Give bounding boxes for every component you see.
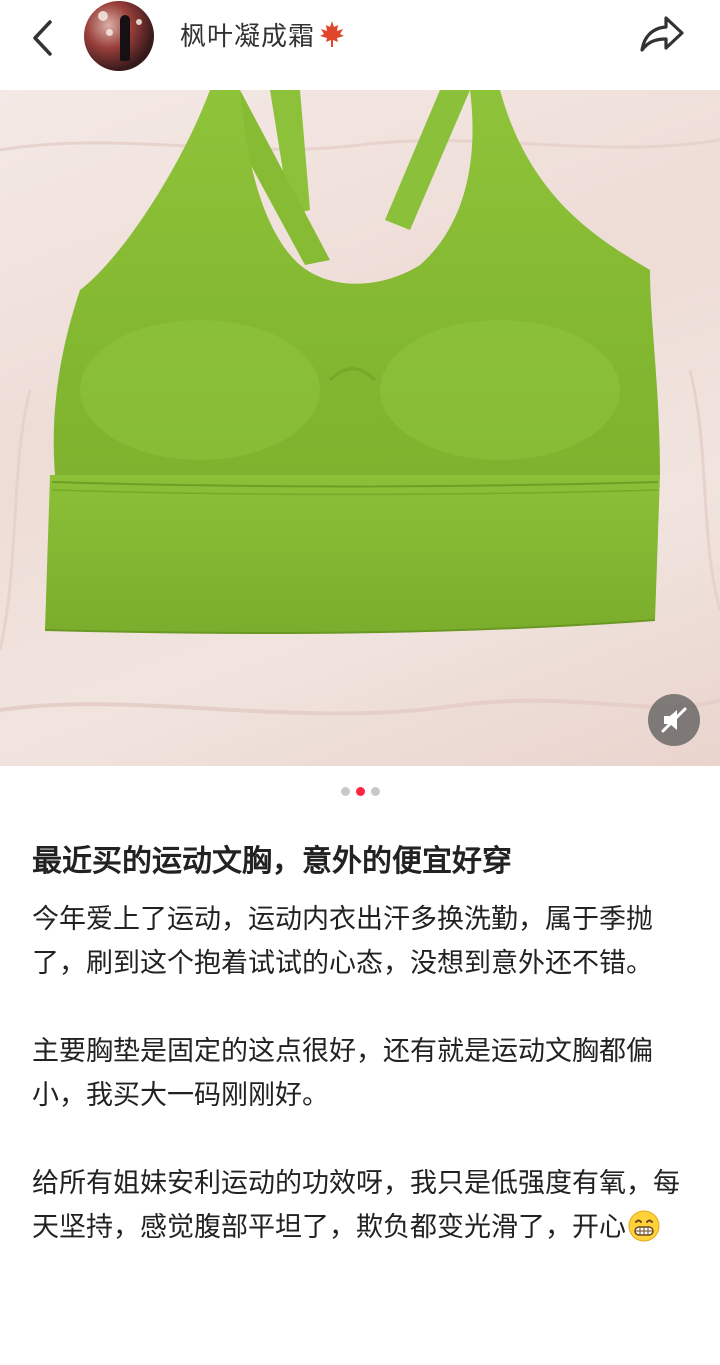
top-bar: 枫叶凝成霜 xyxy=(0,0,720,90)
post-paragraph: 主要胸垫是固定的这点很好，还有就是运动文胸都偏小，我买大一码刚刚好。 xyxy=(32,1036,653,1111)
post-paragraph-last: 给所有姐妹安利运动的功效呀，我只是低强度有氧，每天坚持，感觉腹部平坦了，欺负都变… xyxy=(32,1162,692,1250)
carousel-dot-active xyxy=(355,786,365,796)
post-title: 最近买的运动文胸，意外的便宜好穿 xyxy=(32,844,512,879)
post-paragraph: 今年爱上了运动，运动内衣出汗多换洗勤，属于季抛了，刷到这个抱着试试的心态，没想到… xyxy=(32,904,653,979)
muted-speaker-icon xyxy=(661,707,687,733)
back-button[interactable] xyxy=(22,18,62,58)
avatar[interactable] xyxy=(84,1,154,71)
grinning-face-icon xyxy=(628,1210,660,1242)
share-arrow-icon xyxy=(640,16,684,52)
carousel-indicator xyxy=(0,784,720,798)
mute-button[interactable] xyxy=(648,694,700,746)
author-name[interactable]: 枫叶凝成霜 xyxy=(180,16,347,53)
post-body: 今年爱上了运动，运动内衣出汗多换洗勤，属于季抛了，刷到这个抱着试试的心态，没想到… xyxy=(32,898,692,1294)
carousel-dot xyxy=(340,786,350,796)
share-button[interactable] xyxy=(636,12,688,56)
post-photo[interactable] xyxy=(0,90,720,766)
chevron-left-icon xyxy=(33,20,52,56)
author-name-text: 枫叶凝成霜 xyxy=(180,22,316,52)
post-paragraph-text: 给所有姐妹安利运动的功效呀，我只是低强度有氧，每天坚持，感觉腹部平坦了，欺负都变… xyxy=(32,1168,680,1243)
carousel-dot xyxy=(370,786,380,796)
maple-leaf-icon xyxy=(320,21,345,47)
sports-bra-image xyxy=(0,90,720,716)
